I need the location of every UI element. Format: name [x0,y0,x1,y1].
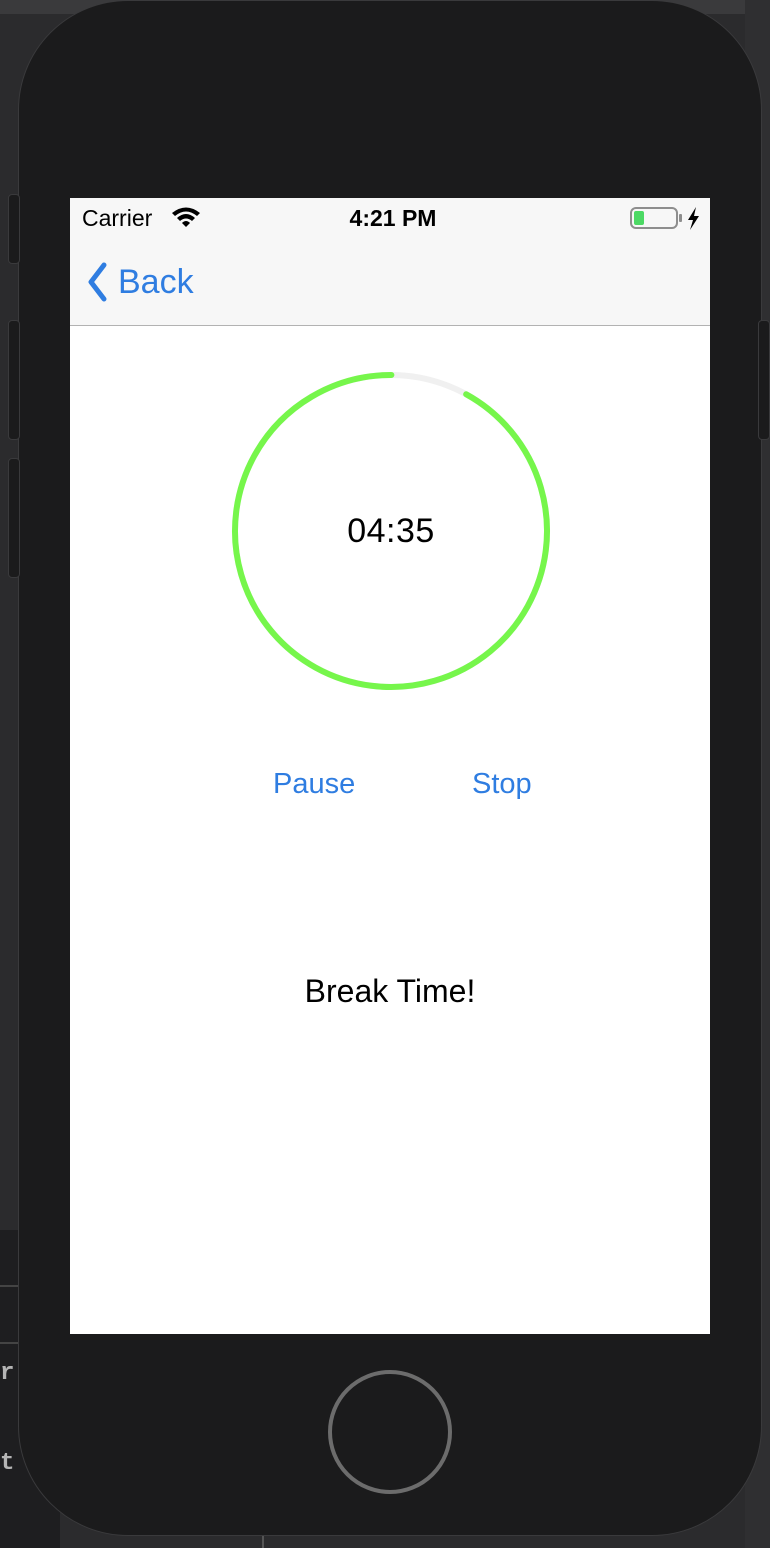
stop-button[interactable]: Stop [472,768,532,801]
battery-icon [630,206,702,237]
app-screen: Carrier 4:21 PM Back 04:35 Pause Stop Br… [70,198,710,1334]
home-button[interactable] [328,1370,452,1494]
back-button[interactable]: Back [84,260,194,304]
timer-ring: 04:35 [230,370,552,692]
chevron-left-icon [88,262,107,302]
power-button [758,320,770,440]
status-time: 4:21 PM [349,205,437,231]
navigation-bar: Carrier 4:21 PM Back [70,198,710,326]
pause-button[interactable]: Pause [273,768,355,801]
host-code-glyph: t [0,1450,15,1477]
back-label: Back [118,263,194,301]
status-message: Break Time! [304,973,476,1009]
host-code-glyph: r [0,1360,15,1387]
volume-up-button [8,320,20,440]
volume-down-button [8,458,20,578]
mute-switch [8,194,20,264]
timer-display: 04:35 [347,511,435,550]
